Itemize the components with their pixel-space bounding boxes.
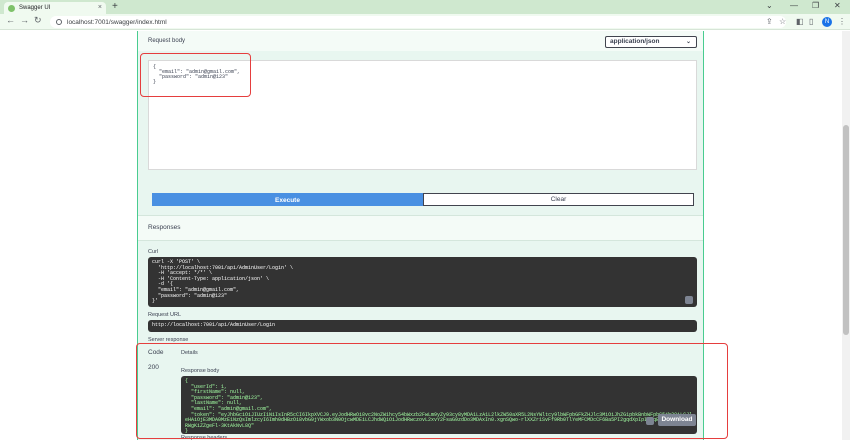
maximize-button[interactable]: ❐ bbox=[812, 1, 819, 10]
reload-icon[interactable]: ↻ bbox=[34, 15, 42, 26]
tab-close-icon[interactable]: × bbox=[98, 4, 102, 11]
request-body-header: Request body application/json ⌄ bbox=[138, 31, 703, 51]
close-window-button[interactable]: ✕ bbox=[834, 1, 841, 10]
address-bar[interactable]: localhost:7001/swagger/index.html bbox=[50, 16, 786, 28]
address-url: localhost:7001/swagger/index.html bbox=[67, 18, 167, 26]
share-icon[interactable]: ⇪ bbox=[766, 17, 773, 26]
scrollbar-thumb[interactable] bbox=[843, 125, 849, 335]
tab-swagger-ui[interactable]: Swagger UI × bbox=[4, 2, 106, 14]
site-info-icon[interactable] bbox=[56, 19, 62, 25]
content-type-select[interactable]: application/json ⌄ bbox=[605, 36, 697, 48]
sidepanel-icon[interactable]: ▯ bbox=[809, 17, 813, 26]
request-url-label: Request URL bbox=[148, 312, 182, 318]
extensions-icon[interactable]: ◧ bbox=[796, 17, 804, 26]
content-type-value: application/json bbox=[610, 38, 660, 45]
tab-title: Swagger UI bbox=[19, 5, 51, 11]
responses-title: Responses bbox=[148, 224, 181, 231]
request-body-label: Request body bbox=[148, 38, 186, 44]
highlight-server-response bbox=[136, 343, 728, 439]
responses-header: Responses bbox=[138, 215, 703, 241]
chevron-down-icon: ⌄ bbox=[685, 39, 691, 45]
chevron-down-icon[interactable]: ⌄ bbox=[766, 1, 773, 10]
curl-label: Curl bbox=[148, 249, 159, 255]
page-scrollbar[interactable] bbox=[842, 31, 850, 440]
request-url-block: http://localhost:7001/api/AdminUser/Logi… bbox=[148, 320, 697, 332]
minimize-button[interactable]: — bbox=[790, 1, 798, 10]
profile-avatar[interactable]: N bbox=[822, 17, 832, 27]
browser-toolbar: ← → ↻ localhost:7001/swagger/index.html … bbox=[0, 14, 850, 30]
highlight-request-body bbox=[140, 53, 251, 97]
post-operation-block: Request body application/json ⌄ { "email… bbox=[136, 31, 728, 441]
menu-kebab-icon[interactable]: ⋮ bbox=[838, 17, 846, 26]
execute-button[interactable]: Execute bbox=[152, 193, 423, 206]
curl-code-block: curl -X 'POST' \ 'http://localhost:7001/… bbox=[148, 257, 697, 307]
copy-curl-icon[interactable] bbox=[685, 296, 693, 304]
back-icon[interactable]: ← bbox=[6, 15, 15, 25]
clear-button[interactable]: Clear bbox=[423, 193, 694, 206]
forward-icon[interactable]: → bbox=[20, 15, 29, 25]
bookmark-star-icon[interactable]: ☆ bbox=[779, 17, 786, 26]
new-tab-button[interactable]: + bbox=[112, 1, 118, 12]
swagger-favicon-icon bbox=[8, 4, 15, 12]
browser-tab-bar: Swagger UI × + ⌄ — ❐ ✕ bbox=[0, 0, 850, 14]
